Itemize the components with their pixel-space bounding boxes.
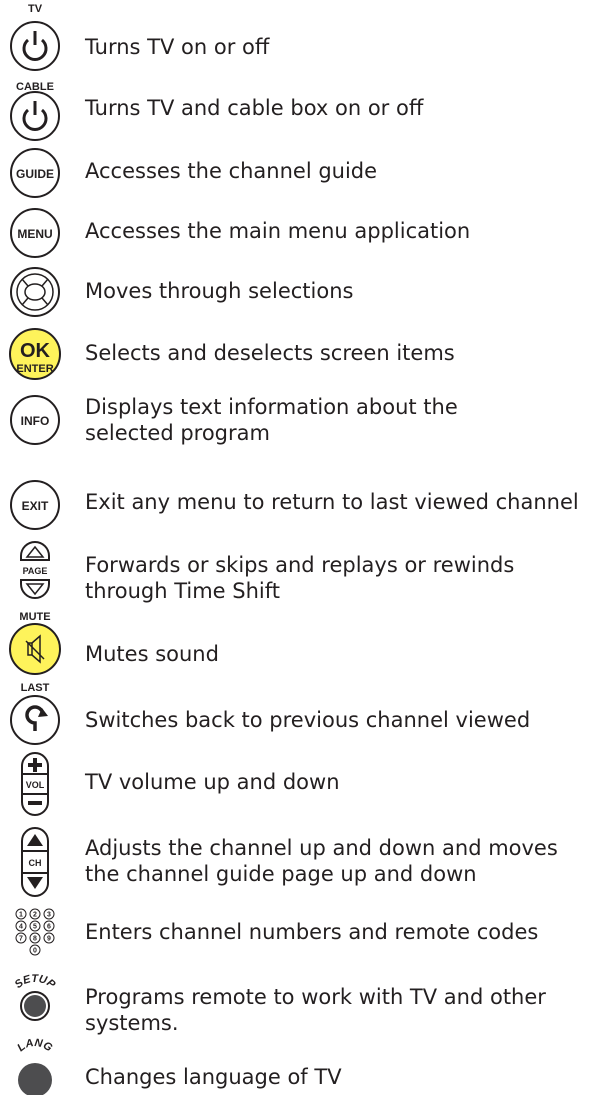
digit-6: 6 xyxy=(47,924,51,931)
row-last: LAST Switches back to previous channel v… xyxy=(0,679,611,749)
setup-label: SETUP xyxy=(13,973,58,991)
description-line: Accesses the main menu application xyxy=(85,219,471,243)
menu-label: MENU xyxy=(17,227,52,241)
last-description: Switches back to previous channel viewed xyxy=(85,707,530,733)
description-line: Adjusts the channel up and down and move… xyxy=(85,836,558,860)
row-page: PAGE Forwards or skips and replays or re… xyxy=(0,538,611,608)
description-line: Accesses the channel guide xyxy=(85,159,378,183)
mute-description: Mutes sound xyxy=(85,641,219,667)
lang-label: LANG xyxy=(15,1037,54,1055)
digit-7: 7 xyxy=(19,936,23,943)
page-rocker-icon: PAGE xyxy=(0,538,72,599)
channel-description: Adjusts the channel up and down and move… xyxy=(85,835,558,887)
exit-description: Exit any menu to return to last viewed c… xyxy=(85,489,579,515)
cable-power-description: Turns TV and cable box on or off xyxy=(85,95,423,121)
description-line: through Time Shift xyxy=(85,579,280,603)
description-line: Programs remote to work with TV and othe… xyxy=(85,985,546,1009)
row-guide: GUIDE Accesses the channel guide xyxy=(0,145,611,205)
description-line: the channel guide page up and down xyxy=(85,862,477,886)
lang-button-icon: LANG xyxy=(0,1035,72,1095)
description-line: TV volume up and down xyxy=(85,770,340,794)
description-line: Changes language of TV xyxy=(85,1065,342,1089)
digit-2: 2 xyxy=(33,912,37,919)
setup-button-icon: SETUP xyxy=(0,970,72,1030)
lang-description: Changes language of TV xyxy=(85,1064,342,1090)
row-lang: LANG Changes language of TV xyxy=(0,1035,611,1095)
description-line: Switches back to previous channel viewed xyxy=(85,708,531,732)
digit-5: 5 xyxy=(33,924,37,931)
digit-4: 4 xyxy=(19,924,23,931)
row-tv-power: TV Turns TV on or off xyxy=(0,0,611,71)
guide-description: Accesses the channel guide xyxy=(85,158,377,184)
page-description: Forwards or skips and replays or rewinds… xyxy=(85,552,514,604)
digit-8: 8 xyxy=(33,936,37,943)
menu-button-icon: MENU xyxy=(0,205,72,265)
row-numbers: 1 2 3 4 5 6 7 8 9 0 Enters channel numbe… xyxy=(0,900,611,968)
guide-label: GUIDE xyxy=(16,167,54,181)
channel-rocker-icon: CH xyxy=(0,825,72,897)
digit-3: 3 xyxy=(47,912,51,919)
numbers-description: Enters channel numbers and remote codes xyxy=(85,919,538,945)
ok-enter-description: Selects and deselects screen items xyxy=(85,340,455,366)
description-line: Exit any menu to return to last viewed c… xyxy=(85,490,579,514)
description-line: Forwards or skips and replays or rewinds xyxy=(85,553,515,577)
description-line: Enters channel numbers and remote codes xyxy=(85,920,539,944)
mute-speaker-icon: MUTE xyxy=(0,608,72,675)
tv-power-description: Turns TV on or off xyxy=(85,34,269,60)
row-info: INFO Displays text information about the… xyxy=(0,392,611,464)
row-exit: EXIT Exit any menu to return to last vie… xyxy=(0,479,611,539)
number-pad-icon: 1 2 3 4 5 6 7 8 9 0 xyxy=(0,900,72,960)
vol-label: VOL xyxy=(26,780,45,790)
page-label: PAGE xyxy=(23,566,48,576)
tv-label: TV xyxy=(28,3,43,15)
ch-label: CH xyxy=(29,858,42,868)
power-icon: TV xyxy=(0,0,72,71)
ok-label: OK xyxy=(20,340,51,362)
volume-rocker-icon: VOL xyxy=(0,750,72,816)
last-channel-icon: LAST xyxy=(0,679,72,745)
description-line: Displays text information about the xyxy=(85,395,458,419)
row-navigation: Moves through selections xyxy=(0,264,611,324)
digit-1: 1 xyxy=(19,912,23,919)
row-channel: CH Adjusts the channel up and down and m… xyxy=(0,825,611,901)
exit-button-icon: EXIT xyxy=(0,479,72,539)
navigation-pad-icon xyxy=(0,264,72,324)
ok-enter-button-icon: OK ENTER xyxy=(0,324,72,384)
row-volume: VOL TV volume up and down xyxy=(0,750,611,824)
volume-description: TV volume up and down xyxy=(85,769,340,795)
description-line: Turns TV and cable box on or off xyxy=(85,96,424,120)
info-description: Displays text information about the sele… xyxy=(85,394,458,446)
enter-label: ENTER xyxy=(16,363,53,375)
description-line: systems. xyxy=(85,1011,179,1035)
description-line: Moves through selections xyxy=(85,279,354,303)
exit-label: EXIT xyxy=(22,499,49,513)
setup-description: Programs remote to work with TV and othe… xyxy=(85,984,546,1036)
row-cable-power: CABLE Turns TV and cable box on or off xyxy=(0,78,611,148)
digit-0: 0 xyxy=(33,948,37,955)
digit-9: 9 xyxy=(47,936,51,943)
menu-description: Accesses the main menu application xyxy=(85,218,470,244)
navigation-description: Moves through selections xyxy=(85,278,353,304)
description-line: selected program xyxy=(85,421,270,445)
power-icon: CABLE xyxy=(0,78,72,141)
description-line: Mutes sound xyxy=(85,642,219,666)
info-label: INFO xyxy=(21,414,50,428)
row-ok-enter: OK ENTER Selects and deselects screen it… xyxy=(0,324,611,384)
description-line: Turns TV on or off xyxy=(85,35,270,59)
guide-button-icon: GUIDE xyxy=(0,145,72,205)
description-line: Selects and deselects screen items xyxy=(85,341,455,365)
row-setup: SETUP Programs remote to work with TV an… xyxy=(0,970,611,1035)
info-button-icon: INFO xyxy=(0,392,72,452)
mute-label: MUTE xyxy=(19,611,50,623)
row-mute: MUTE Mutes sound xyxy=(0,608,611,678)
row-menu: MENU Accesses the main menu application xyxy=(0,205,611,265)
last-label: LAST xyxy=(21,682,50,694)
